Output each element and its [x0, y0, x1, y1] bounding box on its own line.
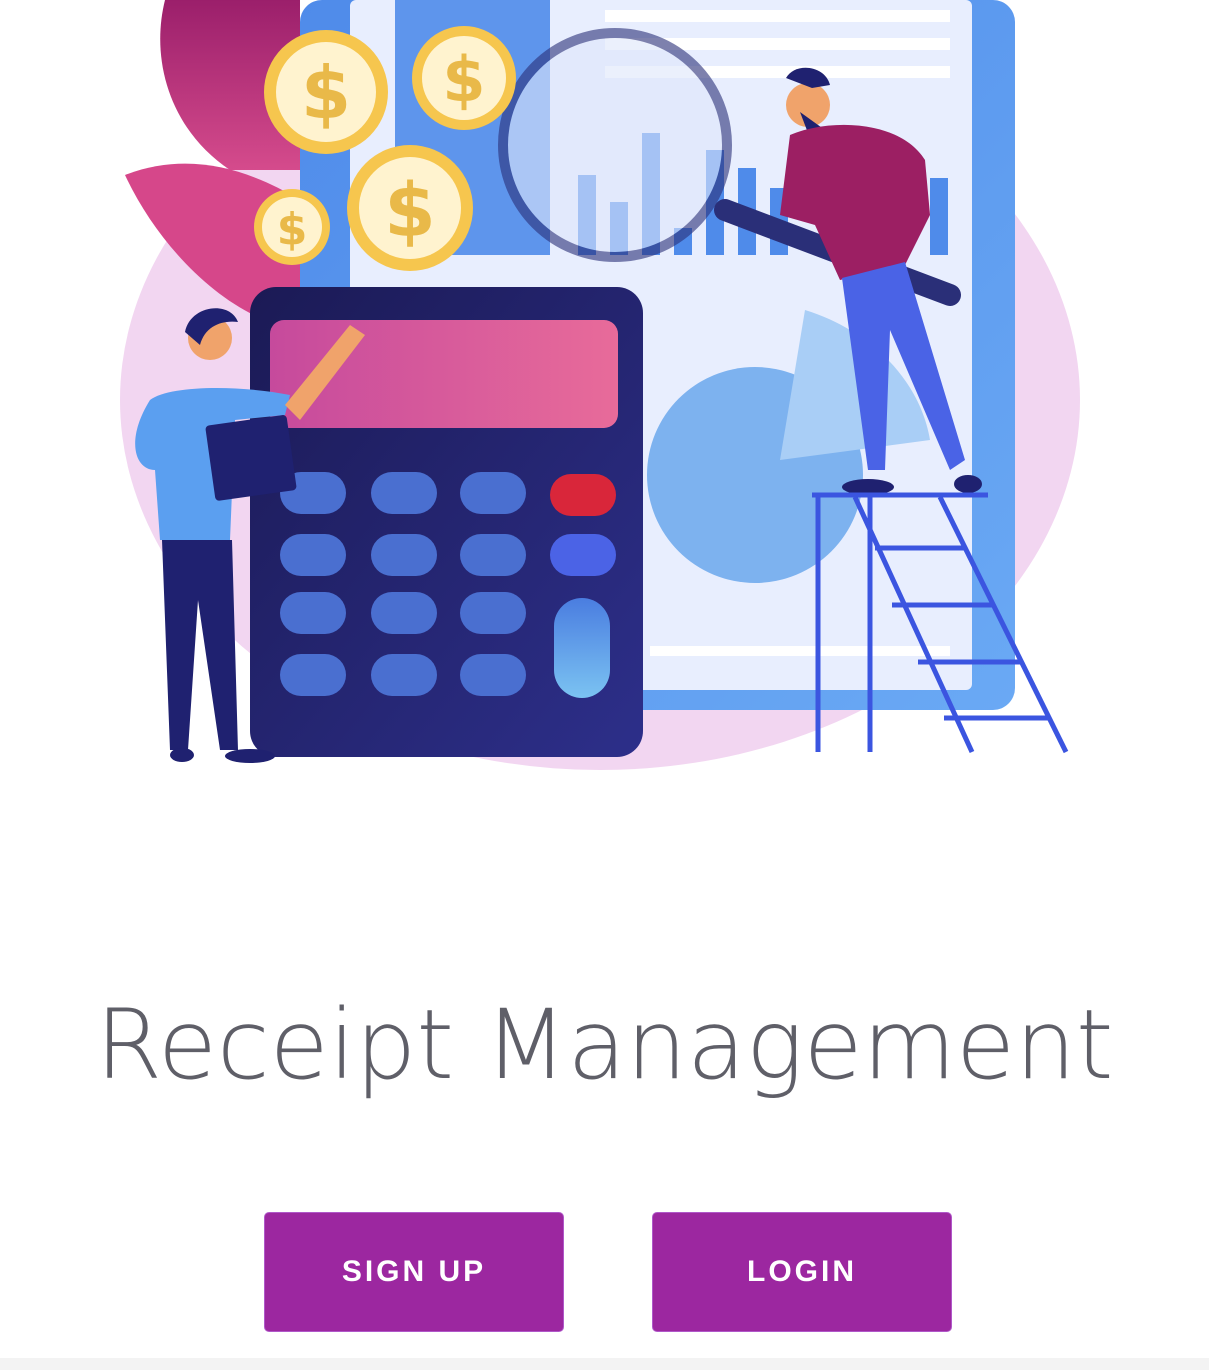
svg-text:$: $ — [277, 204, 308, 255]
svg-text:$: $ — [301, 51, 351, 135]
page-title: Receipt Management — [95, 989, 1114, 1101]
auth-actions: SIGN UP LOGIN — [0, 1212, 1209, 1332]
landing-page: $ $ $ $ Receipt Management SIGN UP LOGIN — [0, 0, 1209, 1370]
hero-illustration: $ $ $ $ — [0, 0, 1209, 800]
svg-text:$: $ — [384, 168, 436, 254]
svg-text:$: $ — [442, 43, 485, 116]
login-button[interactable]: LOGIN — [652, 1212, 952, 1332]
bottom-divider — [0, 1358, 1209, 1370]
signup-button[interactable]: SIGN UP — [264, 1212, 564, 1332]
